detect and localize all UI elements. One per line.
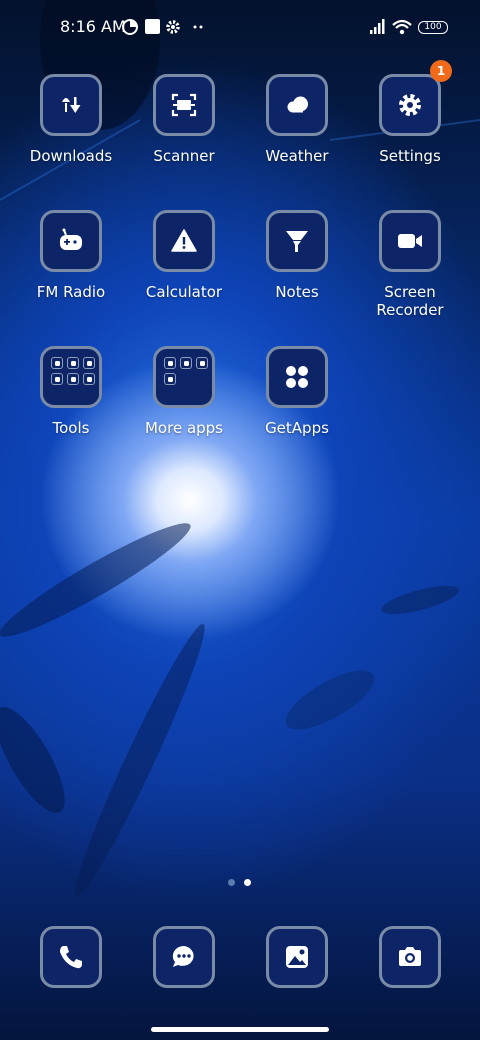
app-weather[interactable]: Weather (241, 74, 353, 165)
messages-icon-tile[interactable] (153, 926, 215, 988)
app-settings[interactable]: Settings (354, 74, 466, 165)
phone-icon (60, 946, 82, 969)
page-dot[interactable] (228, 879, 235, 886)
notification-badge: 1 (430, 60, 452, 82)
folder-more-apps[interactable]: More apps (128, 346, 240, 437)
downloads-icon (62, 97, 81, 113)
mini-app-icon (164, 357, 176, 369)
folder-preview (47, 353, 95, 401)
folder-icon[interactable] (40, 346, 102, 408)
camera-icon (399, 947, 421, 966)
mini-app-icon (180, 357, 192, 369)
dock-gallery[interactable] (266, 926, 328, 988)
messages-icon (172, 945, 194, 967)
video-camera-icon (398, 234, 422, 248)
page-indicator (228, 879, 256, 887)
phone-icon-tile[interactable] (40, 926, 102, 988)
app-label: Tools (52, 419, 90, 437)
downloads-icon-tile[interactable] (40, 74, 102, 136)
status-time: 8:16 AM (60, 17, 126, 36)
app-label: Settings (379, 147, 441, 165)
app-screen-recorder[interactable]: Screen Recorder (354, 210, 466, 319)
folder-preview (160, 353, 208, 401)
warning-icon (171, 229, 197, 252)
app-label: Scanner (153, 147, 215, 165)
calculator-icon-tile[interactable] (153, 210, 215, 272)
app-label: Calculator (145, 283, 223, 301)
dock-phone[interactable] (40, 926, 102, 988)
folder-icon[interactable] (153, 346, 215, 408)
app-label: FM Radio (36, 283, 106, 301)
home-indicator-bar[interactable] (151, 1027, 329, 1032)
data-saver-icon (122, 19, 138, 35)
scanner-icon-tile[interactable] (153, 74, 215, 136)
notes-icon-tile[interactable] (266, 210, 328, 272)
mini-app-icon (196, 357, 208, 369)
dock-camera[interactable] (379, 926, 441, 988)
folder-tools[interactable]: Tools (15, 346, 127, 437)
app-label: More apps (144, 419, 223, 437)
app-scanner[interactable]: Scanner (128, 74, 240, 165)
gear-icon (399, 94, 421, 116)
getapps-icon (286, 366, 308, 388)
getapps-icon-tile[interactable] (266, 346, 328, 408)
funnel-icon (286, 231, 308, 252)
fm-radio-icon-tile[interactable] (40, 210, 102, 272)
scanner-icon (171, 93, 197, 117)
weather-icon-tile[interactable] (266, 74, 328, 136)
app-label: Screen Recorder (376, 283, 444, 319)
app-notes[interactable]: Notes (241, 210, 353, 301)
home-screen: 8:16 AM 100 Downloads Scanner Weather Se… (0, 0, 480, 1040)
gear-icon (166, 20, 180, 34)
app-downloads[interactable]: Downloads (15, 74, 127, 165)
mini-app-icon (51, 373, 63, 385)
mini-app-icon (164, 373, 176, 385)
screen-recorder-icon-tile[interactable] (379, 210, 441, 272)
dock-messages[interactable] (153, 926, 215, 988)
camera-icon-tile[interactable] (379, 926, 441, 988)
wifi-icon (392, 19, 412, 35)
signal-icon (370, 19, 385, 34)
app-label: Weather (265, 147, 329, 165)
page-dot-active[interactable] (244, 879, 251, 886)
app-fm-radio[interactable]: FM Radio (15, 210, 127, 301)
more-dots-icon (193, 25, 203, 29)
app-getapps[interactable]: GetApps (241, 346, 353, 437)
gallery-icon (286, 946, 308, 968)
weather-icon (287, 96, 308, 113)
mini-app-icon (83, 357, 95, 369)
mini-app-icon (67, 373, 79, 385)
app-label: Notes (275, 283, 319, 301)
mini-app-icon (67, 357, 79, 369)
settings-icon-tile[interactable] (379, 74, 441, 136)
radio-icon (60, 228, 82, 250)
battery-indicator: 100 (418, 21, 448, 34)
app-label: Downloads (29, 147, 113, 165)
gallery-icon-tile[interactable] (266, 926, 328, 988)
mini-app-icon (83, 373, 95, 385)
mini-app-icon (51, 357, 63, 369)
app-calculator[interactable]: Calculator (128, 210, 240, 301)
square-notification-icon (145, 19, 160, 34)
status-bar: 8:16 AM 100 (0, 0, 480, 56)
app-label: GetApps (265, 419, 329, 437)
